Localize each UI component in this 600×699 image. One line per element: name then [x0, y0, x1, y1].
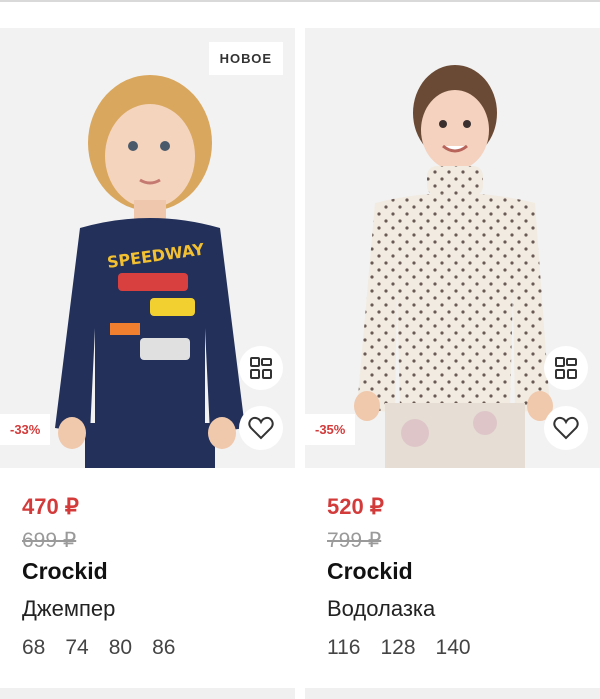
product-photo[interactable]: -35%	[305, 28, 600, 468]
brand-name: Crockid	[22, 558, 108, 584]
product-image-girl-turtleneck	[305, 28, 600, 468]
product-image-boy-jumper: SPEEDWAY	[0, 28, 295, 468]
next-card-edge	[305, 688, 600, 699]
size-option: 80	[108, 636, 133, 659]
heart-icon	[248, 416, 274, 440]
favorite-button[interactable]	[239, 406, 283, 450]
similar-items-grid-icon	[555, 357, 577, 379]
size-option: 68	[22, 636, 46, 659]
size-option: 140	[435, 636, 471, 659]
product-photo[interactable]: SPEEDWAY НОВОЕ -33%	[0, 28, 295, 468]
similar-items-grid-icon	[250, 357, 272, 379]
heart-icon	[553, 416, 579, 440]
size-option: 86	[152, 636, 176, 659]
similar-items-button[interactable]	[544, 346, 588, 390]
product-card[interactable]: -35% 520 ₽ 799 ₽ Crockid Водолазка 116 1…	[305, 28, 600, 688]
brand-name: Crockid	[327, 558, 413, 584]
size-list: 116 128 140	[327, 636, 471, 660]
size-option: 74	[65, 636, 89, 659]
size-option: 116	[327, 636, 361, 659]
similar-items-button[interactable]	[239, 346, 283, 390]
old-price: 699 ₽	[22, 529, 77, 552]
new-badge: НОВОЕ	[208, 42, 283, 75]
favorite-button[interactable]	[544, 406, 588, 450]
size-option: 128	[380, 636, 416, 659]
size-list: 68 74 80 86	[22, 636, 175, 660]
product-title[interactable]: Водолазка	[327, 596, 435, 622]
discount-badge: -35%	[305, 414, 356, 445]
price: 470 ₽	[22, 494, 79, 519]
price: 520 ₽	[327, 494, 384, 519]
next-card-edge	[0, 688, 295, 699]
product-card[interactable]: SPEEDWAY НОВОЕ -33% 470 ₽ 699 ₽ Crockid …	[0, 28, 295, 688]
old-price: 799 ₽	[327, 529, 382, 552]
top-divider	[0, 0, 600, 2]
product-title[interactable]: Джемпер	[22, 596, 115, 622]
discount-badge: -33%	[0, 414, 51, 445]
